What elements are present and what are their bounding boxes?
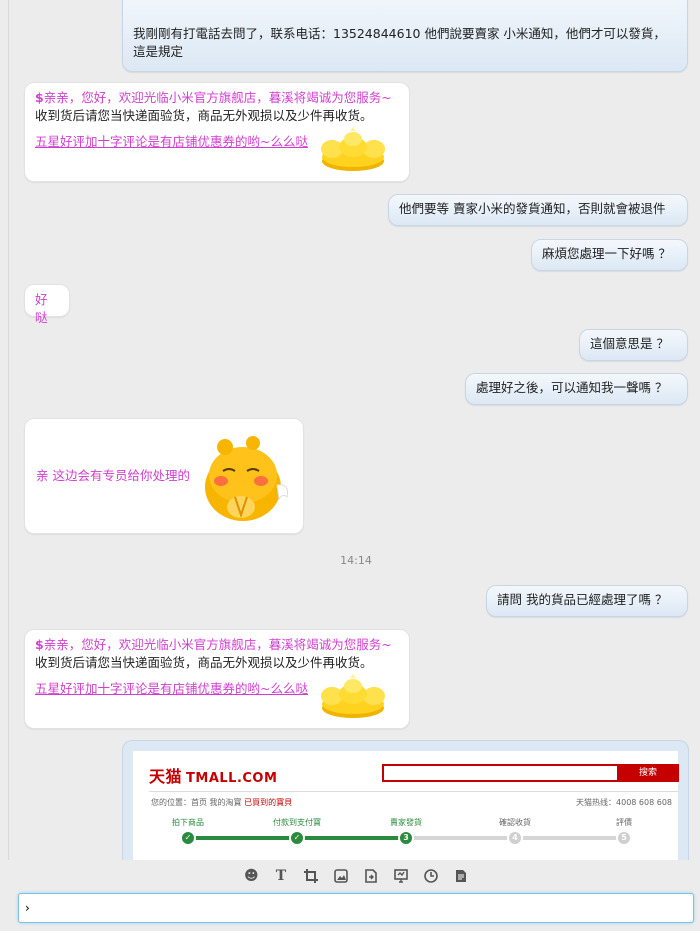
tmall-logo: 天猫 TMALL.COM (149, 767, 278, 786)
dollar-sign: $ (35, 90, 44, 105)
outgoing-message: 麻煩您處理一下好嗎 ？ (531, 239, 688, 271)
step-check-icon: ✓ (289, 830, 305, 846)
incoming-message: 亲 这边会有专员给你处理的 (24, 418, 304, 534)
text-format-icon[interactable]: T (274, 869, 288, 883)
gold-ingot-sticker (321, 127, 385, 171)
incoming-message: $亲亲，您好，欢迎光临小米官方旗舰店，暮溪将竭诚为您服务~ 收到货后请您当快递面… (24, 629, 410, 729)
outgoing-image-message[interactable]: 天猫 TMALL.COM 搜索 您的位置：首页 我的淘寶 已買到的寶貝 天猫热线：… (122, 740, 689, 860)
step-label: 確認收貨 (499, 818, 531, 827)
step-check-icon: ✓ (180, 830, 196, 846)
greeting-text: 亲亲，您好，欢迎光临小米官方旗舰店，暮溪将竭诚为您服务~ (43, 637, 392, 652)
outgoing-message: 處理好之後，可以通知我一聲嗎 ？ (465, 373, 688, 405)
tmall-screenshot: 天猫 TMALL.COM 搜索 您的位置：首页 我的淘寶 已買到的寶貝 天猫热线：… (133, 751, 679, 860)
tmall-search-button: 搜索 (617, 764, 679, 782)
greeting-text: 亲亲，您好，欢迎光临小米官方旗舰店，暮溪将竭诚为您服务~ (43, 90, 392, 105)
timestamp: 14:14 (340, 554, 372, 567)
outgoing-message: 請問 我的貨品已經處理了嗎 ？ (486, 585, 688, 617)
step-number: 4 (507, 830, 523, 846)
hotline: 天猫热线：4008 608 608 (576, 798, 672, 807)
file-icon[interactable] (364, 869, 378, 883)
step-label: 賣家發貨 (390, 818, 422, 827)
message-text: 收到货后请您当快递面验货，商品无外观损以及少件再收货。 (35, 655, 373, 670)
document-icon[interactable] (454, 869, 468, 883)
step-label: 付款到支付寶 (273, 818, 321, 827)
divider (149, 791, 678, 792)
message-input[interactable] (18, 893, 694, 923)
history-icon[interactable] (424, 869, 438, 883)
dollar-sign: $ (35, 637, 44, 652)
coupon-link[interactable]: 五星好评加十字评论是有店铺优惠券的哟~么么哒 (35, 134, 308, 149)
message-text: 亲 这边会有专员给你处理的 (36, 468, 190, 483)
outgoing-message: 我剛剛有打電話去問了，联系电话：13524844610 他們說要賣家 小米通知，… (122, 0, 688, 72)
message-text: 這個意思是 ？ (590, 336, 669, 351)
coupon-link[interactable]: 五星好评加十字评论是有店铺优惠券的哟~么么哒 (35, 681, 308, 696)
message-text: 麻煩您處理一下好嗎 ？ (542, 246, 671, 261)
outgoing-message: 這個意思是 ？ (579, 329, 688, 361)
step-label: 評價 (616, 818, 632, 827)
message-text: 處理好之後，可以通知我一聲嗎 ？ (476, 380, 668, 395)
step-label: 拍下商品 (172, 818, 204, 827)
incoming-message: 好哒 (24, 284, 70, 325)
emoji-icon[interactable]: ☻ (244, 869, 259, 883)
breadcrumb: 您的位置：首页 我的淘寶 已買到的寶貝 (151, 798, 293, 807)
gold-ingot-sticker (321, 674, 385, 718)
tmall-search-box (382, 764, 619, 782)
step-number: 3 (398, 830, 414, 846)
chat-history: 我剛剛有打電話去問了，联系电话：13524844610 他們說要賣家 小米通知，… (0, 0, 700, 860)
message-text: 他們要等 賣家小米的發貨通知，否則就會被退件 (399, 201, 666, 216)
step-number: 5 (616, 830, 632, 846)
chick-sticker (195, 427, 295, 527)
screen-share-icon[interactable] (394, 869, 408, 883)
crop-icon[interactable] (304, 869, 318, 883)
chat-toolbar: ☻ T (10, 860, 700, 892)
message-text: 好哒 (35, 292, 48, 325)
message-text: 我剛剛有打電話去問了，联系电话：13524844610 他們說要賣家 小米通知，… (133, 26, 666, 41)
outgoing-message: 他們要等 賣家小米的發貨通知，否則就會被退件 (388, 194, 688, 226)
message-text: 這是規定 (133, 44, 184, 59)
message-text: 請問 我的貨品已經處理了嗎 ？ (497, 592, 668, 607)
message-text: 收到货后请您当快递面验货，商品无外观损以及少件再收货。 (35, 108, 373, 123)
incoming-message: $亲亲，您好，欢迎光临小米官方旗舰店，暮溪将竭诚为您服务~ 收到货后请您当快递面… (24, 82, 410, 182)
image-icon[interactable] (334, 869, 348, 883)
